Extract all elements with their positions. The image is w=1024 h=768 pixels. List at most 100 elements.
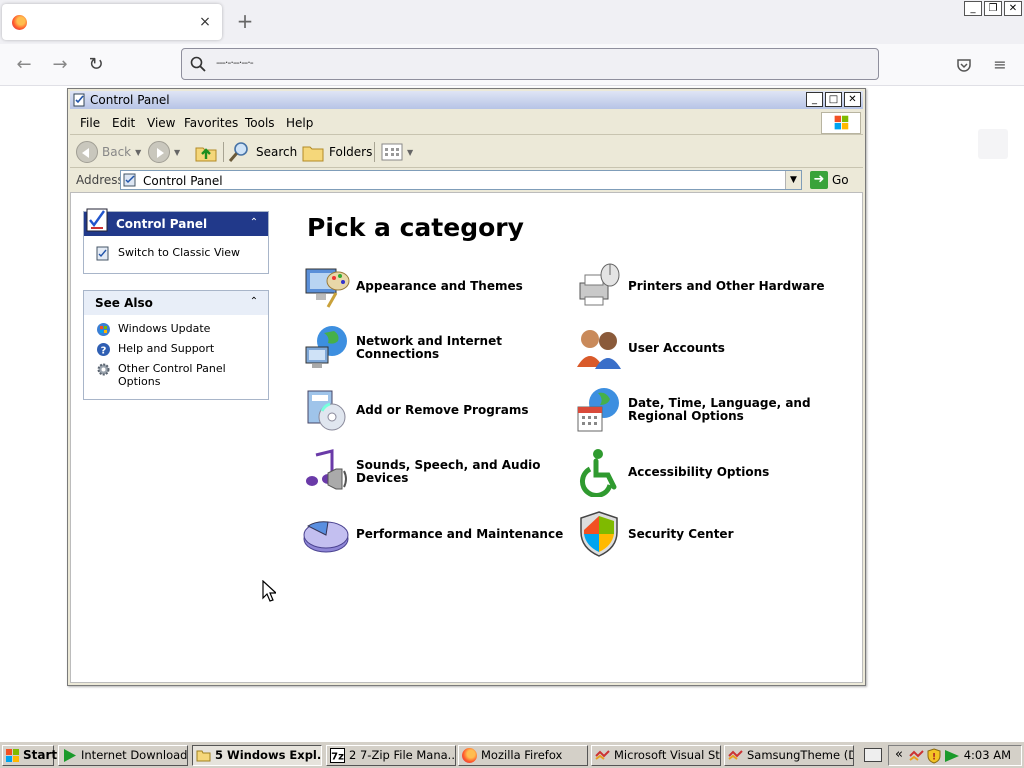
taskbar-button-label: Microsoft Visual St... bbox=[614, 748, 721, 762]
collapse-icon[interactable]: ⌃ bbox=[246, 215, 262, 231]
taskbar-button-label: SamsungTheme (D... bbox=[747, 748, 853, 762]
svg-text:?: ? bbox=[101, 346, 107, 357]
category-add-or-remove-programs[interactable]: Add or Remove Programs bbox=[302, 385, 564, 437]
category-printers-and-other-hardware[interactable]: Printers and Other Hardware bbox=[574, 261, 836, 313]
taskbar-windows-explorer-button[interactable]: 5 Windows Expl... bbox=[192, 745, 322, 766]
browser-forward-button[interactable]: → bbox=[47, 53, 73, 77]
browser-reload-button[interactable]: ↻ bbox=[83, 53, 109, 77]
folders-icon bbox=[302, 146, 324, 162]
gear-icon bbox=[97, 363, 110, 376]
see-also-panel-header[interactable]: See Also ⌃ bbox=[84, 291, 268, 315]
mouse-cursor-icon bbox=[262, 580, 276, 602]
category-date-time-language-regional-options[interactable]: Date, Time, Language, and Regional Optio… bbox=[574, 385, 836, 437]
visual-studio-icon bbox=[728, 750, 743, 760]
search-button[interactable]: Search bbox=[228, 140, 297, 164]
taskbar-visual-studio-button[interactable]: Microsoft Visual St... bbox=[591, 745, 721, 766]
chevron-down-icon: ▼ bbox=[407, 147, 414, 157]
start-label: Start bbox=[23, 748, 58, 762]
browser-minimize-button[interactable]: _ bbox=[964, 1, 982, 16]
browser-restore-button[interactable]: ❐ bbox=[984, 1, 1002, 16]
menu-file[interactable]: File bbox=[80, 116, 100, 130]
window-controls: _ □ ✕ bbox=[806, 92, 861, 107]
menu-help[interactable]: Help bbox=[286, 116, 313, 130]
switch-to-classic-view-label: Switch to Classic View bbox=[118, 246, 241, 259]
taskbar-internet-download-button[interactable]: Internet Download... bbox=[58, 745, 188, 766]
page-widget bbox=[978, 129, 1008, 159]
search-icon bbox=[190, 56, 206, 72]
back-button[interactable]: Back ▼ bbox=[76, 140, 141, 164]
switch-to-classic-view-link[interactable]: Switch to Classic View bbox=[84, 243, 268, 263]
windows-update-link[interactable]: Windows Update bbox=[84, 319, 268, 339]
category-performance-and-maintenance[interactable]: Performance and Maintenance bbox=[302, 509, 564, 561]
taskbar-mozilla-firefox-button[interactable]: Mozilla Firefox bbox=[458, 745, 588, 766]
category-appearance-and-themes[interactable]: Appearance and Themes bbox=[302, 261, 564, 313]
new-tab-button[interactable]: + bbox=[234, 10, 256, 32]
tray-app-icon[interactable] bbox=[909, 749, 925, 763]
browser-back-button[interactable]: ← bbox=[11, 53, 37, 77]
help-and-support-label: Help and Support bbox=[118, 342, 215, 355]
play-arrow-icon[interactable] bbox=[944, 749, 960, 763]
category-label: Security Center bbox=[628, 526, 734, 541]
menu-icon[interactable]: ≡ bbox=[989, 54, 1011, 76]
toolbar-separator bbox=[223, 142, 224, 162]
close-button[interactable]: ✕ bbox=[844, 92, 861, 107]
taskbar-7zip-button[interactable]: 7z 2 7-Zip File Mana... bbox=[326, 745, 456, 766]
menu-edit[interactable]: Edit bbox=[112, 116, 135, 130]
windows-logo-icon bbox=[6, 749, 19, 762]
address-input[interactable]: Control Panel ▼ bbox=[120, 170, 802, 190]
category-sounds-speech-audio-devices[interactable]: Sounds, Speech, and Audio Devices bbox=[302, 447, 564, 499]
forward-button[interactable]: ▼ bbox=[148, 140, 180, 164]
security-shield-icon[interactable]: ! bbox=[927, 748, 941, 764]
category-label: Date, Time, Language, and Regional Optio… bbox=[628, 396, 811, 423]
menu-tools[interactable]: Tools bbox=[245, 116, 275, 130]
address-label: Address bbox=[76, 173, 124, 187]
windows-logo-icon bbox=[821, 112, 861, 134]
taskbar-samsungtheme-button[interactable]: SamsungTheme (D... bbox=[724, 745, 854, 766]
views-button[interactable]: ▼ bbox=[381, 140, 413, 164]
category-label: Accessibility Options bbox=[628, 464, 770, 479]
category-label: User Accounts bbox=[628, 340, 725, 355]
other-control-panel-options-link[interactable]: Other Control Panel Options bbox=[84, 359, 268, 389]
chevron-down-icon: ▼ bbox=[174, 147, 181, 157]
address-dropdown-button[interactable]: ▼ bbox=[785, 171, 801, 189]
page-title: Pick a category bbox=[307, 213, 524, 242]
maximize-button[interactable]: □ bbox=[825, 92, 842, 107]
taskbar-button-label: Internet Download... bbox=[81, 748, 188, 762]
pocket-icon[interactable] bbox=[953, 54, 975, 76]
control-panel-task-panel: Control Panel ⌃ Switch to Classic View bbox=[83, 208, 269, 274]
url-bar[interactable]: ---·-·--·--·- bbox=[181, 48, 879, 80]
category-user-accounts[interactable]: User Accounts bbox=[574, 323, 836, 375]
menu-view[interactable]: View bbox=[147, 116, 175, 130]
tray-expand-button[interactable]: « bbox=[895, 747, 903, 762]
help-and-support-link[interactable]: ? Help and Support bbox=[84, 339, 268, 359]
taskbar: Start Internet Download... 5 Windows Exp… bbox=[0, 741, 1024, 768]
category-accessibility-options[interactable]: Accessibility Options bbox=[574, 447, 836, 499]
close-tab-icon[interactable]: × bbox=[196, 13, 214, 31]
go-button[interactable]: ➜ Go bbox=[810, 170, 849, 190]
control-panel-panel-header[interactable]: Control Panel ⌃ bbox=[84, 208, 268, 236]
keyboard-icon[interactable] bbox=[864, 748, 882, 762]
7zip-icon: 7z bbox=[330, 748, 345, 763]
address-value: Control Panel bbox=[143, 174, 223, 188]
back-label: Back bbox=[102, 145, 132, 159]
url-text: ---·-·--·--·- bbox=[216, 56, 254, 69]
start-button[interactable]: Start bbox=[2, 745, 58, 766]
go-label: Go bbox=[832, 173, 849, 187]
category-label: Network and Internet Connections bbox=[356, 334, 502, 361]
browser-tab[interactable]: × bbox=[2, 4, 222, 40]
firefox-icon bbox=[12, 15, 27, 30]
window-title-bar[interactable]: Control Panel _ □ ✕ bbox=[70, 91, 863, 109]
sound-speaker-icon bbox=[306, 449, 347, 490]
user-accounts-icon bbox=[577, 330, 621, 369]
browser-close-button[interactable]: ✕ bbox=[1004, 1, 1022, 16]
collapse-icon[interactable]: ⌃ bbox=[246, 294, 262, 310]
category-security-center[interactable]: Security Center bbox=[574, 509, 836, 561]
address-bar: Address Control Panel ▼ ➜ Go bbox=[70, 169, 863, 191]
menu-favorites[interactable]: Favorites bbox=[184, 116, 238, 130]
up-folder-icon[interactable] bbox=[194, 141, 218, 163]
folders-button[interactable]: Folders bbox=[301, 140, 372, 164]
search-label: Search bbox=[256, 145, 298, 159]
minimize-button[interactable]: _ bbox=[806, 92, 823, 107]
category-network-and-internet-connections[interactable]: Network and Internet Connections bbox=[302, 323, 564, 375]
category-label: Printers and Other Hardware bbox=[628, 278, 825, 293]
